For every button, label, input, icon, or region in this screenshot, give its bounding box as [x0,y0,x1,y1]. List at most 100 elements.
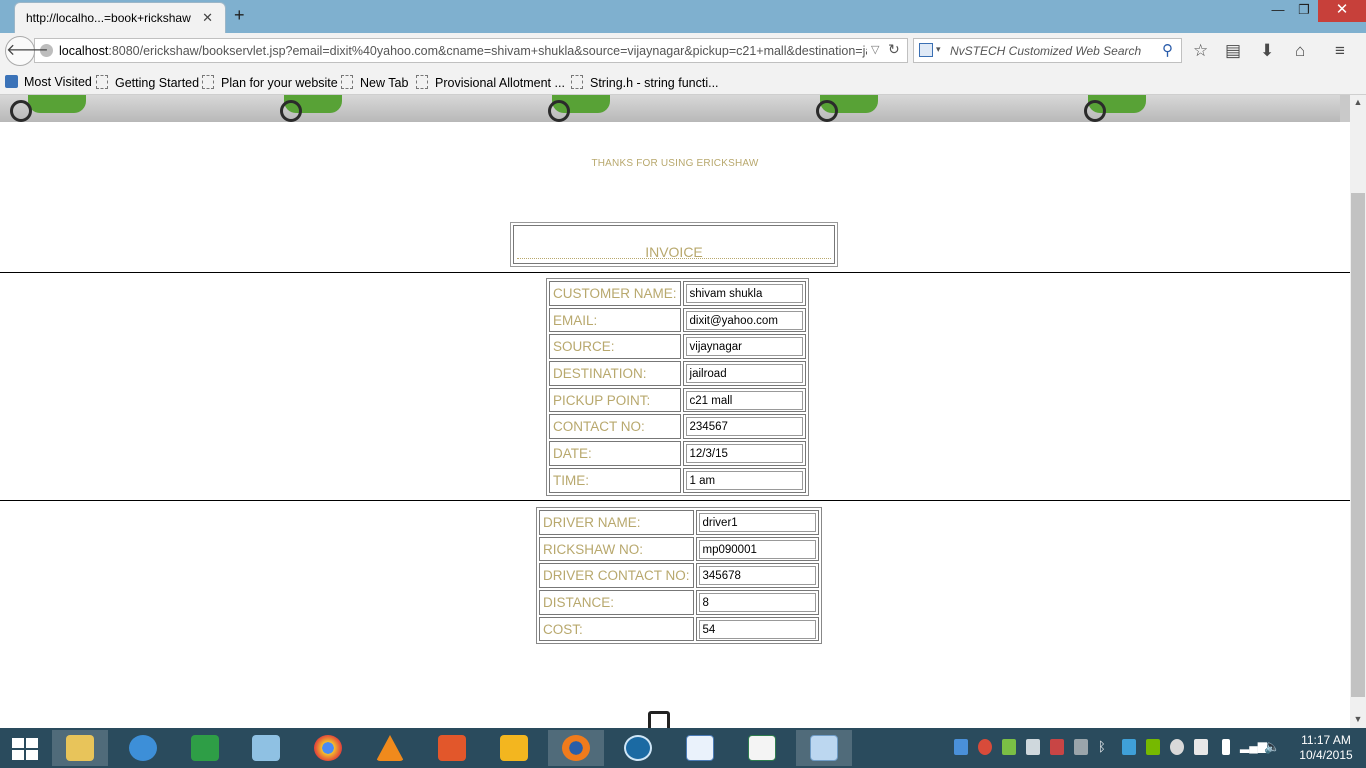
bookmark-new-tab[interactable]: New Tab [341,75,408,90]
logout-icon[interactable] [648,711,670,728]
star-icon[interactable]: ☆ [1193,41,1208,61]
bookmark-page-icon [202,75,214,89]
network-tray-icon[interactable] [954,739,968,755]
customer-name-field[interactable]: shivam shukla [685,283,803,303]
scroll-up-icon[interactable]: ▲ [1350,97,1366,107]
scroll-down-icon[interactable]: ▼ [1350,714,1366,724]
restore-icon[interactable]: ❐ [1287,0,1321,22]
display-tray-icon[interactable] [1074,739,1088,755]
table-row: RICKSHAW NO: mp090001 [539,536,819,562]
menu-icon[interactable]: ≡ [1335,41,1345,61]
time-field[interactable]: 1 am [685,470,803,490]
clock-time: 11:17 AM [1301,733,1351,747]
bookmark-page-icon [571,75,583,89]
destination-field[interactable]: jailroad [685,363,803,383]
nvidia-tray-icon[interactable] [1146,739,1160,755]
driver-name-field[interactable]: driver1 [698,512,816,532]
table-row: DESTINATION: jailroad [549,361,806,386]
close-tab-icon[interactable]: ✕ [202,10,213,26]
source-field[interactable]: vijaynagar [685,337,803,357]
bluetooth-icon[interactable]: ᛒ [1098,739,1112,755]
security-tray-icon[interactable] [1002,739,1016,755]
taskbar-internet-explorer[interactable] [115,730,171,766]
bookmark-label: Getting Started [115,76,200,90]
download-icon[interactable]: ⬇ [1260,41,1274,61]
app-tray-icon[interactable] [1026,739,1040,755]
reload-icon[interactable]: ↻ [888,41,900,58]
taskbar-store[interactable] [177,730,233,766]
pickup-point-label: PICKUP POINT: [549,387,681,413]
bookmark-most-visited[interactable]: Most Visited [5,75,92,89]
bookmark-provisional-allotment[interactable]: Provisional Allotment ... [416,75,565,90]
taskbar-firefox[interactable] [548,730,604,766]
date-label: DATE: [549,441,681,466]
volume-icon[interactable]: 🔈 [1264,739,1280,755]
search-bar[interactable]: ▾ NvSTECH Customized Web Search ⚲ [913,38,1182,63]
taskbar-wordpad[interactable] [672,730,728,766]
taskbar-document-viewer[interactable] [734,730,790,766]
taskbar-media-player[interactable] [486,730,542,766]
search-icon[interactable]: ⚲ [1162,41,1173,59]
signal-icon[interactable]: ▂▄▆ [1240,739,1267,755]
cost-field[interactable]: 54 [698,619,816,639]
time-label: TIME: [549,467,681,493]
url-path: :8080/erickshaw/bookservlet.jsp?email=di… [108,44,867,58]
battery-icon[interactable] [1222,739,1230,755]
bookmark-getting-started[interactable]: Getting Started [96,75,199,90]
firefox-icon [562,735,590,761]
home-icon[interactable]: ⌂ [1295,41,1305,61]
speedtest-icon [624,735,652,761]
contact-no-label: CONTACT NO: [549,414,681,440]
date-field[interactable]: 12/3/15 [685,443,803,463]
taskbar-vlc[interactable] [362,730,418,766]
tab-title: http://localho...=book+rickshaw [26,11,191,25]
banner-tile [536,95,804,122]
windows-logo-icon [12,738,24,748]
taskbar-notes[interactable] [238,730,294,766]
email-field[interactable]: dixit@yahoo.com [685,310,803,330]
wifi-manager-tray-icon[interactable] [1122,739,1136,755]
taskbar-music[interactable] [424,730,480,766]
scroll-thumb[interactable] [1351,193,1365,697]
taskbar-speedtest[interactable] [610,730,666,766]
pickup-point-field[interactable]: c21 mall [685,390,803,410]
destination-label: DESTINATION: [549,361,681,386]
email-label: EMAIL: [549,307,681,333]
bookmark-plan-website[interactable]: Plan for your website [202,75,338,90]
browser-tab[interactable]: http://localho...=book+rickshaw ✕ [14,2,226,33]
search-engine-icon[interactable] [919,43,933,57]
taskbar-clock[interactable]: 11:17 AM 10/4/2015 [1288,733,1364,763]
url-text[interactable]: localhost:8080/erickshaw/bookservlet.jsp… [59,44,867,58]
distance-field[interactable]: 8 [698,592,816,612]
table-row: PICKUP POINT: c21 mall [549,387,806,413]
search-engine-caret-icon[interactable]: ▾ [936,44,941,55]
taskbar-virtualbox[interactable] [796,730,852,766]
reading-list-icon[interactable]: ▤ [1225,41,1241,61]
invoice-title: INVOICE [645,244,703,260]
back-button[interactable]: 🡐 [5,36,49,66]
bookmark-label: Provisional Allotment ... [435,76,565,90]
url-dropdown-icon[interactable]: ▽ [871,43,879,56]
customer-details-table: CUSTOMER NAME: shivam shukla EMAIL: dixit@… [546,278,809,496]
bookmark-page-icon [96,75,108,89]
search-placeholder: NvSTECH Customized Web Search [950,44,1142,58]
new-tab-icon[interactable]: + [234,5,245,26]
start-button[interactable] [12,738,38,760]
contact-no-field[interactable]: 234567 [685,417,803,437]
banner-tile [1072,95,1340,122]
taskbar-file-explorer[interactable] [52,730,108,766]
wordpad-icon [686,735,714,761]
bookmark-string-h[interactable]: String.h - string functi... [571,75,719,90]
antivirus-tray-icon[interactable] [978,739,992,755]
update-tray-icon[interactable] [1050,739,1064,755]
url-bar[interactable]: localhost:8080/erickshaw/bookservlet.jsp… [34,38,908,63]
taskbar-chrome[interactable] [300,730,356,766]
table-row: DRIVER NAME: driver1 [539,510,819,535]
rickshaw-no-field[interactable]: mp090001 [698,539,816,559]
usb-tray-icon[interactable] [1194,739,1208,755]
close-window-icon[interactable]: ✕ [1318,0,1366,22]
driver-contact-field[interactable]: 345678 [698,566,816,586]
vertical-scrollbar[interactable]: ▲ ▼ [1350,95,1366,728]
cloud-tray-icon[interactable] [1170,739,1184,755]
table-row: SOURCE: vijaynagar [549,334,806,360]
